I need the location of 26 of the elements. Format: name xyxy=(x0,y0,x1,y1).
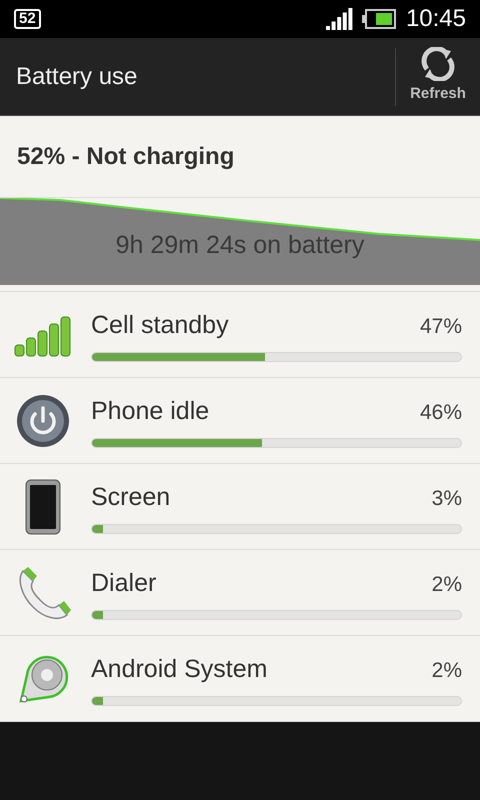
app-name: Dialer xyxy=(91,568,158,599)
app-name: Android System xyxy=(91,654,268,685)
usage-row[interactable]: Screen 3% xyxy=(0,464,480,550)
power-button-icon xyxy=(16,394,70,448)
battery-icon xyxy=(362,9,396,29)
signal-icon xyxy=(326,8,354,30)
usage-percent: 2% xyxy=(432,658,462,684)
battery-notification: 52 xyxy=(14,9,41,29)
app-name: Cell standby xyxy=(91,310,230,341)
screen-title: Battery use xyxy=(15,62,138,92)
usage-percent: 3% xyxy=(432,486,462,512)
usage-row[interactable]: Phone idle 46% xyxy=(0,378,480,464)
refresh-button[interactable]: Refresh xyxy=(396,38,480,115)
app-name: Screen xyxy=(91,482,172,513)
usage-row[interactable]: Cell standby 47% xyxy=(0,292,480,378)
usage-row[interactable]: Android System 2% xyxy=(0,636,480,722)
usage-percent: 46% xyxy=(420,400,462,426)
usage-percent: 47% xyxy=(420,314,462,340)
app-name: Phone idle xyxy=(91,396,210,427)
charging-status: 52% - Not charging xyxy=(17,142,234,172)
smartphone-icon xyxy=(24,478,60,534)
usage-percent: 2% xyxy=(432,572,462,598)
usage-row[interactable]: Dialer 2% xyxy=(0,550,480,636)
battery-duration: 9h 29m 24s on battery xyxy=(116,230,364,261)
clock: 10:45 xyxy=(406,4,466,34)
refresh-icon xyxy=(420,47,456,82)
